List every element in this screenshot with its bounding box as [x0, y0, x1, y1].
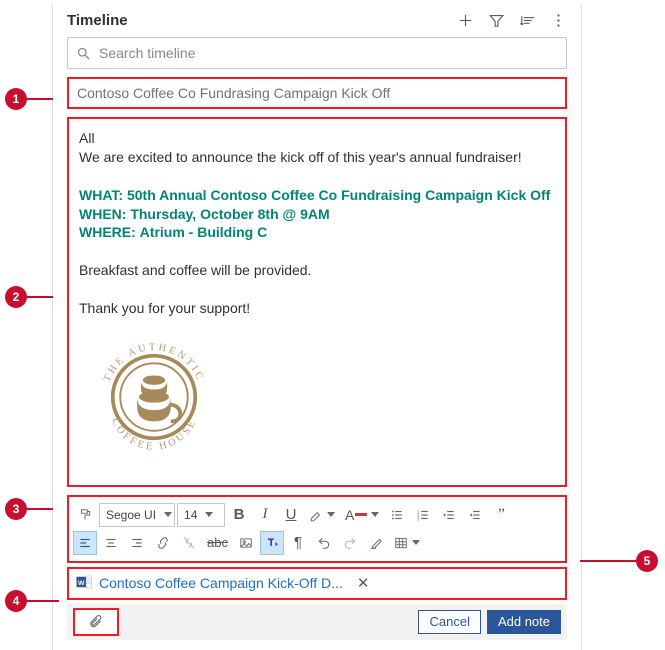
sort-icon[interactable] — [519, 12, 536, 29]
underline-button[interactable]: U — [279, 503, 303, 527]
increase-indent-button[interactable] — [463, 503, 487, 527]
timeline-panel: Timeline Contoso Coffee Co Fundrasing Ca… — [52, 4, 582, 650]
strikethrough-button[interactable]: abc — [203, 531, 232, 555]
attach-file-button[interactable] — [73, 608, 119, 636]
body-when: WHEN: Thursday, October 8th @ 9AM — [79, 205, 555, 224]
font-size-select[interactable]: 14 — [177, 503, 225, 527]
font-color-button[interactable]: A — [341, 503, 383, 527]
bold-button[interactable]: B — [227, 503, 251, 527]
footer-row: Cancel Add note — [67, 604, 567, 640]
callout-4: 4 — [5, 590, 27, 612]
align-left-button[interactable] — [73, 531, 97, 555]
redo-button[interactable] — [338, 531, 362, 555]
filter-icon[interactable] — [488, 12, 505, 29]
unlink-button[interactable] — [177, 531, 201, 555]
decrease-indent-button[interactable] — [437, 503, 461, 527]
link-button[interactable] — [151, 531, 175, 555]
body-what: WHAT: 50th Annual Contoso Coffee Co Fund… — [79, 186, 555, 205]
insert-table-button[interactable] — [390, 531, 424, 555]
blockquote-button[interactable]: ” — [489, 503, 513, 527]
align-right-button[interactable] — [125, 531, 149, 555]
attachment-name[interactable]: Contoso Coffee Campaign Kick-Off D... — [99, 575, 343, 591]
callout-1-line — [27, 98, 53, 100]
body-line2: Breakfast and coffee will be provided. — [79, 261, 555, 280]
search-icon — [76, 46, 91, 61]
callout-1: 1 — [5, 88, 27, 110]
numbered-list-button[interactable]: 123 — [411, 503, 435, 527]
note-title-box[interactable]: Contoso Coffee Co Fundrasing Campaign Ki… — [67, 77, 567, 109]
panel-header: Timeline — [63, 4, 571, 35]
svg-text:3: 3 — [418, 516, 421, 521]
bulleted-list-button[interactable] — [385, 503, 409, 527]
svg-text:W: W — [78, 580, 85, 587]
format-painter-icon[interactable] — [73, 503, 97, 527]
body-intro: We are excited to announce the kick off … — [79, 148, 555, 167]
cancel-button[interactable]: Cancel — [418, 610, 480, 634]
callout-4-line — [27, 600, 59, 602]
callout-2: 2 — [5, 286, 27, 308]
callout-2-line — [27, 296, 53, 298]
body-where: WHERE: Atrium - Building C — [79, 223, 555, 242]
align-center-button[interactable] — [99, 531, 123, 555]
text-direction-button[interactable] — [260, 531, 284, 555]
search-input[interactable] — [97, 44, 558, 62]
undo-button[interactable] — [312, 531, 336, 555]
add-icon[interactable] — [457, 12, 474, 29]
highlight-color-button[interactable] — [305, 503, 339, 527]
body-line3: Thank you for your support! — [79, 299, 555, 318]
word-doc-icon: W — [75, 573, 93, 594]
font-family-select[interactable]: Segoe UI — [99, 503, 175, 527]
insert-image-button[interactable] — [234, 531, 258, 555]
header-actions — [457, 12, 567, 29]
more-icon[interactable] — [550, 12, 567, 29]
note-body-box[interactable]: All We are excited to announce the kick … — [67, 117, 567, 487]
search-box[interactable] — [67, 37, 567, 69]
italic-button[interactable]: I — [253, 503, 277, 527]
add-note-button[interactable]: Add note — [487, 610, 561, 634]
attachment-row: W Contoso Coffee Campaign Kick-Off D... … — [67, 567, 567, 600]
clear-format-button[interactable] — [364, 531, 388, 555]
callout-3: 3 — [5, 498, 27, 520]
note-title-text: Contoso Coffee Co Fundrasing Campaign Ki… — [77, 85, 390, 101]
logo-image: THE AUTHENTIC COFFEE HOUSE — [79, 322, 555, 477]
paperclip-icon — [89, 614, 103, 630]
callout-5-line — [580, 560, 636, 562]
paragraph-mark-button[interactable]: ¶ — [286, 531, 310, 555]
rich-text-toolbar: Segoe UI 14 B I U A 123 — [67, 495, 567, 563]
callout-3-line — [27, 508, 53, 510]
body-greeting: All — [79, 129, 555, 148]
remove-attachment-button[interactable]: ✕ — [357, 574, 370, 592]
callout-5: 5 — [636, 550, 658, 572]
panel-title: Timeline — [67, 12, 128, 29]
